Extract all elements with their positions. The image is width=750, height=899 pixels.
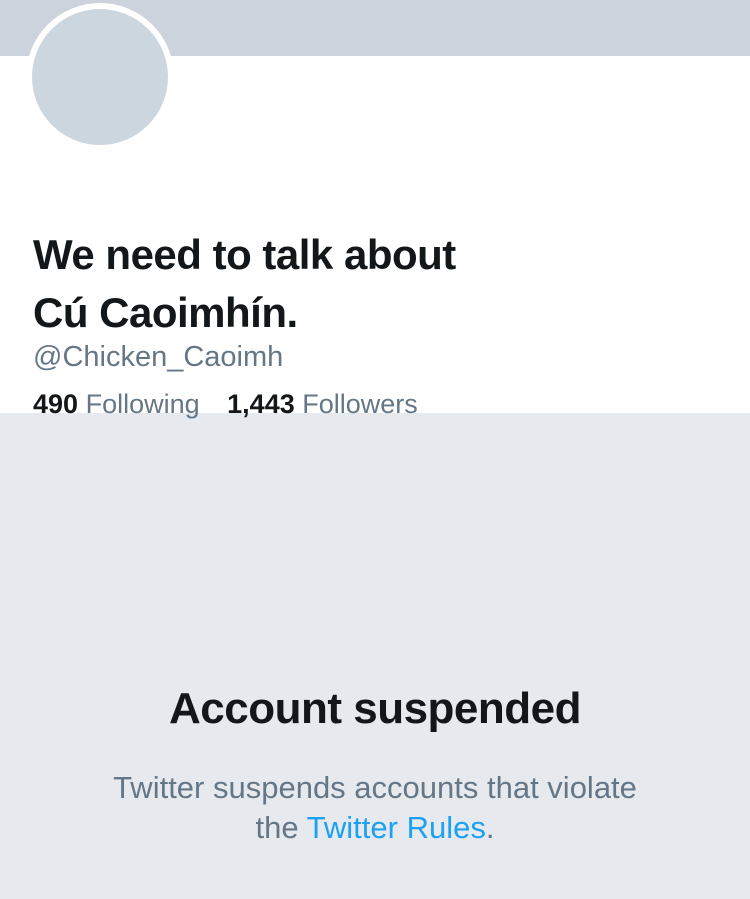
- suspended-message: Twitter suspends accounts that violate t…: [75, 768, 675, 848]
- suspended-message-suffix: .: [485, 810, 495, 845]
- following-stat[interactable]: 490 Following: [33, 389, 200, 420]
- suspended-message-line1: Twitter suspends accounts that violate: [113, 770, 637, 805]
- followers-label: Followers: [302, 389, 418, 419]
- display-name: We need to talk about Cú Caoimhín.: [33, 226, 593, 342]
- username-handle: @Chicken_Caoimh: [33, 341, 284, 373]
- suspended-message-prefix: the: [255, 810, 307, 845]
- following-count: 490: [33, 389, 79, 419]
- profile-stats: 490 Following 1,443 Followers: [33, 389, 438, 420]
- display-name-line2: Cú Caoimhín.: [33, 289, 298, 336]
- following-label: Following: [85, 389, 200, 419]
- avatar[interactable]: [26, 3, 174, 151]
- followers-stat[interactable]: 1,443 Followers: [227, 389, 418, 420]
- followers-count: 1,443: [227, 389, 295, 419]
- twitter-rules-link[interactable]: Twitter Rules: [307, 810, 486, 845]
- suspended-title: Account suspended: [169, 684, 582, 733]
- display-name-line1: We need to talk about: [33, 231, 456, 278]
